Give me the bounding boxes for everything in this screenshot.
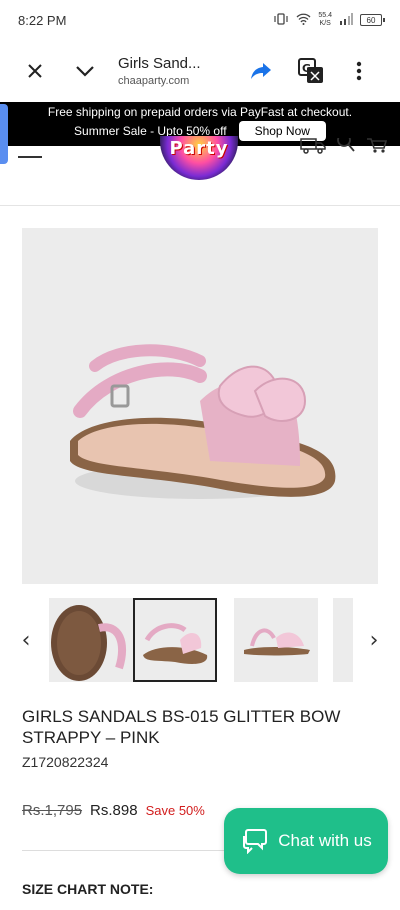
collapse-button[interactable] <box>66 52 104 90</box>
net-speed: 55.4 K/S <box>318 12 332 28</box>
price-row: Rs.1,795 Rs.898 Save 50% <box>22 802 205 819</box>
chat-bubble-icon <box>243 829 268 854</box>
url-block[interactable]: Girls Sand... chaaparty.com <box>118 55 228 87</box>
sandal-image <box>70 344 336 499</box>
status-time: 8:22 PM <box>18 12 67 28</box>
more-menu-button[interactable] <box>340 52 378 90</box>
status-icons: 55.4 K/S 60 <box>273 12 385 28</box>
status-bar: 8:22 PM 55.4 K/S 60 <box>0 0 400 40</box>
wifi-icon <box>296 13 311 28</box>
shipping-notice: Free shipping on prepaid orders via PayF… <box>47 105 353 119</box>
size-chart-heading: SIZE CHART NOTE: <box>22 881 154 897</box>
thumbnail-4[interactable] <box>333 598 353 682</box>
net-speed-unit: K/S <box>319 20 331 27</box>
battery-icon: 60 <box>360 14 385 26</box>
hamburger-menu-icon[interactable] <box>18 146 42 158</box>
page-title: Girls Sand... <box>118 55 201 72</box>
brand-logo[interactable]: Party <box>160 136 238 180</box>
chat-label: Chat with us <box>278 831 372 850</box>
delivery-truck-icon[interactable] <box>300 138 326 154</box>
discount-badge: Save 50% <box>145 803 205 818</box>
thumbnail-3[interactable] <box>234 598 318 682</box>
chat-with-us-button[interactable]: Chat with us <box>224 808 388 874</box>
page-host: chaaparty.com <box>118 75 190 87</box>
share-button[interactable] <box>242 52 280 90</box>
thumbnail-strip: ‹ › <box>0 598 400 684</box>
logo-text: Party <box>169 138 229 159</box>
net-speed-value: 55.4 <box>318 12 332 19</box>
search-icon[interactable] <box>336 138 356 154</box>
sale-price: Rs.898 <box>90 802 138 819</box>
vibrate-icon <box>273 12 289 28</box>
close-icon <box>28 64 42 78</box>
battery-level: 60 <box>366 15 376 25</box>
close-tab-button[interactable] <box>16 52 54 90</box>
browser-toolbar: Girls Sand... chaaparty.com G <box>0 40 400 102</box>
chevron-down-icon <box>76 66 94 77</box>
product-main-image[interactable] <box>22 228 378 584</box>
header-icons <box>300 138 388 154</box>
thumbnail-2[interactable] <box>133 598 217 682</box>
original-price: Rs.1,795 <box>22 802 83 819</box>
next-thumbnail-arrow[interactable]: › <box>364 628 384 653</box>
more-vert-icon <box>356 61 362 81</box>
product-sku: Z1720822324 <box>22 754 109 770</box>
product-title: GIRLS SANDALS BS-015 GLITTER BOW STRAPPY… <box>22 707 341 747</box>
site-header: Party <box>0 136 400 206</box>
thumbnail-1[interactable] <box>49 598 133 682</box>
cart-icon[interactable] <box>366 138 388 154</box>
share-arrow-icon <box>251 63 271 79</box>
prev-thumbnail-arrow[interactable]: ‹ <box>16 628 36 653</box>
translate-icon: G <box>298 58 323 83</box>
section-divider <box>22 850 232 851</box>
svg-text:G: G <box>302 62 311 75</box>
translate-button[interactable]: G <box>292 52 330 90</box>
signal-icon <box>339 12 353 28</box>
